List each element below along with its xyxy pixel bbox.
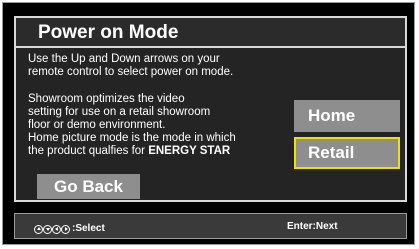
arrow-down-icon: [43, 224, 52, 234]
home-option-button[interactable]: Home: [294, 100, 400, 132]
arrow-right-icon: [61, 224, 70, 234]
instruction-line: Use the Up and Down arrows on your: [28, 53, 220, 65]
page-title: Power on Mode: [38, 22, 179, 43]
retail-option-button[interactable]: Retail: [294, 137, 400, 169]
description-line: floor or demo environment.: [28, 119, 166, 131]
energy-text-prefix: the product qualfies for: [28, 145, 149, 157]
select-hint-label: :Select: [72, 223, 105, 234]
instruction-text: Use the Up and Down arrows on your remot…: [28, 53, 233, 79]
select-hint: :Select: [34, 223, 105, 235]
arrow-keys-icons: [34, 224, 70, 234]
description-line-last: the product qualfies for ENERGY STAR: [28, 145, 236, 158]
title-bar: Power on Mode: [14, 16, 407, 48]
enter-next-hint: Enter:Next: [287, 221, 338, 232]
description-line: Home picture mode is the mode in which: [28, 132, 236, 144]
go-back-button[interactable]: Go Back: [37, 174, 140, 199]
energy-star-text: ENERGY STAR: [148, 145, 231, 157]
arrow-left-icon: [52, 224, 61, 234]
arrow-up-icon: [34, 224, 43, 234]
description-text: Showroom optimizes the video setting for…: [28, 93, 236, 158]
description-line: setting for use on a retail showroom: [28, 106, 211, 118]
instruction-line: remote control to select power on mode.: [28, 66, 234, 78]
description-line: Showroom optimizes the video: [28, 93, 185, 105]
